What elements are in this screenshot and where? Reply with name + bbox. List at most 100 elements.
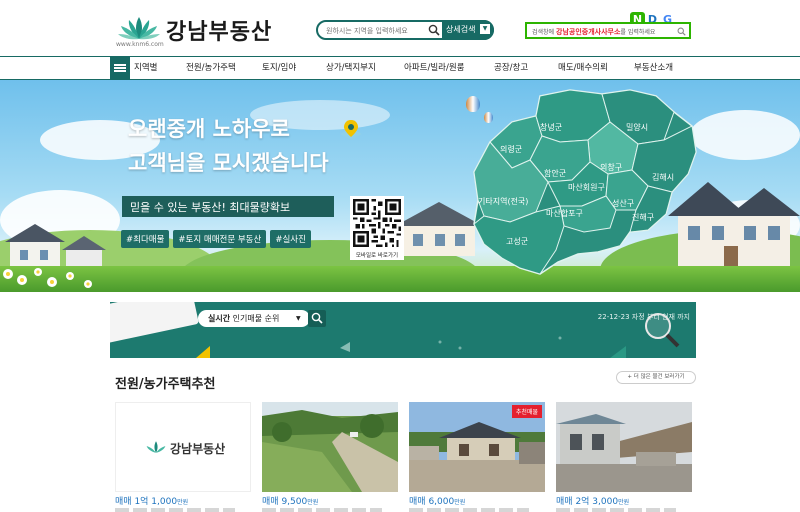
magnifier-decoration-icon [645, 313, 680, 348]
map-region-changnyeong[interactable]: 창녕군 [540, 122, 562, 133]
section-title: 전원/농가주택추천 [115, 377, 216, 392]
logo-text: 강남부동산 [166, 20, 273, 45]
popular-ranking-select[interactable]: 실시간 인기매물 순위 ▼ [198, 310, 310, 327]
search-icon [311, 312, 323, 324]
advanced-search-button[interactable]: 상세검색 ▼ [442, 20, 494, 40]
listing-details-obscured [115, 508, 235, 512]
flowers-decoration [3, 268, 92, 288]
listing-photo [262, 402, 398, 492]
listing-price: 매매 6,000만원 [409, 494, 465, 507]
portal-prefix: 검색창에 [532, 29, 556, 36]
map-region-masanhoewon[interactable]: 마산회원구 [568, 182, 605, 193]
site-logo[interactable]: 강남부동산 www.knm6.com [116, 10, 276, 50]
lotus-logo-icon [118, 17, 160, 40]
map-region-other[interactable]: 기타지역(전국) [478, 196, 528, 207]
listing-unit: 만원 [307, 499, 319, 506]
listing-details-obscured [262, 508, 382, 512]
map-pin-icon [340, 120, 362, 140]
map-region-goseong[interactable]: 고성군 [506, 236, 528, 247]
ranking-label-bold: 실시간 [208, 314, 231, 323]
headline-line-2: 고객님을 모시겠습니다 [128, 151, 329, 175]
map-region-miryang[interactable]: 밀양시 [626, 122, 648, 133]
nav-item-factory[interactable]: 공장/창고 [484, 57, 546, 79]
mobile-qr-code[interactable]: 모바일로 바로가기 [350, 196, 404, 260]
listing-unit: 만원 [177, 499, 189, 506]
chevron-down-icon: ▼ [480, 24, 490, 34]
nav-item-commercial[interactable]: 상가/택지부지 [316, 57, 392, 79]
site-header: 강남부동산 www.knm6.com 상세검색 ▼ NDG 검색창에 강남공인중… [0, 0, 800, 56]
portal-suffix: 를 입력하세요 [620, 29, 656, 36]
advanced-search-label: 상세검색 [446, 25, 476, 34]
headline-line-1: 오랜중개 노하우로 [128, 117, 290, 141]
ranking-search-button[interactable] [308, 310, 326, 327]
portal-keyword: 강남공인중개사사무소 [556, 28, 621, 36]
listing-price: 매매 9,500만원 [262, 494, 318, 507]
page: 강남부동산 www.knm6.com 상세검색 ▼ NDG 검색창에 강남공인중… [0, 0, 800, 512]
map-region-gimhae[interactable]: 김해시 [652, 172, 674, 183]
banner-headline: 오랜중개 노하우로 고객님을 모시겠습니다 [128, 112, 329, 180]
listing-photo: 추천매물 [409, 402, 545, 492]
tag-most-listings[interactable]: #최다매물 [121, 230, 170, 248]
tag-real-photos[interactable]: #실사진 [270, 230, 311, 248]
nav-item-country-house[interactable]: 전원/농가주택 [176, 57, 254, 79]
portal-search-text: 검색창에 강남공인중개사사무소를 입력하세요 [532, 27, 655, 37]
listing-unit: 만원 [454, 499, 466, 506]
qr-label: 모바일로 바로가기 [355, 253, 399, 259]
ranking-label-rest: 인기매물 순위 [230, 314, 280, 323]
listing-amount: 6,000 [428, 497, 455, 507]
listing-unit: 만원 [618, 499, 630, 506]
search-icon [677, 27, 686, 36]
map-region-masanhappo[interactable]: 마산합포구 [546, 208, 583, 219]
listing-type: 매매 [409, 497, 426, 507]
popular-listing-bar: 실시간 인기매물 순위 ▼ 22-12-23 자정 부터 현재 까지 [110, 302, 696, 358]
listing-amount: 2억 3,000 [575, 497, 619, 507]
lotus-logo-icon [146, 441, 166, 453]
recommended-badge: 추천매물 [511, 405, 542, 418]
listing-card[interactable]: 매매 9,500만원 [262, 402, 398, 512]
nav-item-about[interactable]: 부동산소개 [622, 57, 692, 79]
main-nav: 지역별 전원/농가주택 토지/임야 상가/택지부지 아파트/빌라/원룸 공장/창… [0, 56, 800, 80]
listing-card[interactable]: 추천매물 매매 6,000만원 [409, 402, 545, 512]
listing-type: 매매 [556, 497, 573, 507]
house-photo-illustration [556, 402, 692, 492]
map-region-haman[interactable]: 함안군 [544, 168, 566, 179]
listing-cards: 강남부동산 매매 1억 1,000만원 매매 9,500만원 추천매물 매매 6… [115, 402, 695, 512]
tag-land-specialist[interactable]: #토지 매매전문 부동산 [173, 230, 267, 248]
listing-image-placeholder: 강남부동산 [115, 402, 251, 492]
listing-type: 매매 [262, 497, 279, 507]
search-icon[interactable] [428, 24, 440, 36]
listing-photo [556, 402, 692, 492]
land-photo-illustration [262, 402, 398, 492]
listing-card[interactable]: 매매 2억 3,000만원 [556, 402, 692, 512]
qr-code-icon [353, 199, 401, 247]
more-listings-button[interactable]: + 더 많은 물건 보러가기 [616, 371, 696, 384]
nav-item-apartment[interactable]: 아파트/빌라/원룸 [392, 57, 484, 79]
map-region-uichang[interactable]: 의창구 [600, 162, 622, 173]
popular-ranking-label: 실시간 인기매물 순위 [208, 313, 279, 324]
placeholder-logo-text: 강남부동산 [170, 442, 226, 456]
nav-item-trade-request[interactable]: 매도/매수의뢰 [546, 57, 622, 79]
map-region-jinhae[interactable]: 진해구 [632, 212, 654, 223]
nav-item-land[interactable]: 토지/임야 [254, 57, 316, 79]
listing-price: 매매 2억 3,000만원 [556, 494, 629, 507]
nav-item-region[interactable]: 지역별 [130, 57, 176, 79]
menu-icon[interactable] [110, 57, 130, 79]
logo-url: www.knm6.com [116, 41, 164, 48]
nav-items: 지역별 전원/농가주택 토지/임야 상가/택지부지 아파트/빌라/원룸 공장/창… [130, 57, 692, 79]
listing-details-obscured [556, 508, 676, 512]
dot-pattern-decoration [196, 336, 626, 358]
chevron-down-icon: ▼ [296, 315, 301, 322]
portal-search-banner[interactable]: 검색창에 강남공인중개사사무소를 입력하세요 [525, 22, 691, 39]
banner-tags: #최다매물 #토지 매매전문 부동산 #실사진 [121, 230, 311, 248]
banner-subtext: 믿을 수 있는 부동산! 최대물량확보 [122, 196, 334, 217]
search-input[interactable] [326, 24, 426, 38]
listing-price: 매매 1억 1,000만원 [115, 494, 188, 507]
search-box: 상세검색 ▼ [316, 20, 494, 40]
listing-amount: 1억 1,000 [134, 497, 178, 507]
listing-amount: 9,500 [281, 497, 308, 507]
region-map: 창녕군 밀양시 의령군 함안군 의창구 김해시 마산회원구 기타지역(전국) 성… [460, 82, 700, 278]
listing-card[interactable]: 강남부동산 매매 1억 1,000만원 [115, 402, 251, 512]
listing-type: 매매 [115, 497, 132, 507]
map-region-uiryeong[interactable]: 의령군 [500, 144, 522, 155]
map-region-seongsan[interactable]: 성산구 [612, 198, 634, 209]
